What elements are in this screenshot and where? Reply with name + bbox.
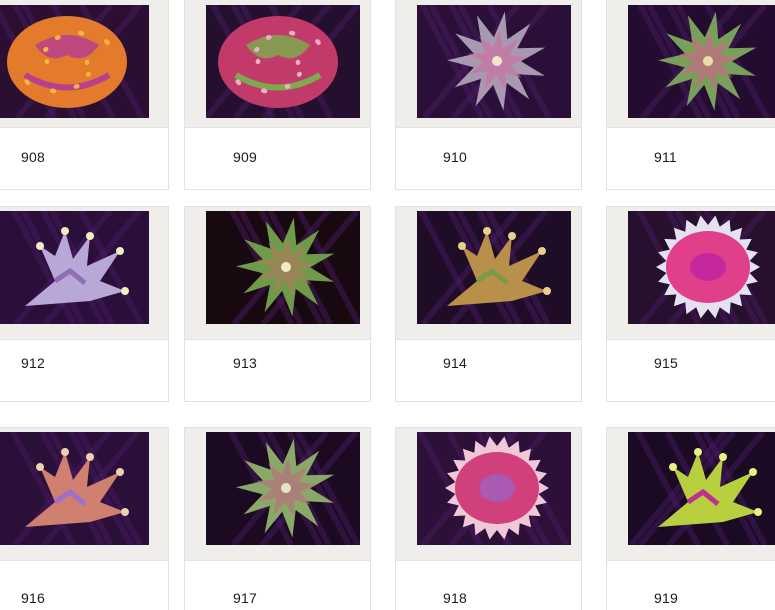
coral-card-908[interactable]: 908 (0, 0, 169, 190)
item-number-label: 916 (21, 590, 45, 606)
coral-photo[interactable] (206, 5, 360, 118)
coral-card-910[interactable]: 910 (395, 0, 582, 190)
coral-photo-image (206, 432, 360, 545)
coral-card-914[interactable]: 914 (395, 206, 582, 402)
item-number-label: 914 (443, 355, 467, 371)
photo-frame (396, 207, 581, 340)
coral-photo-image (417, 211, 571, 324)
coral-photo[interactable] (417, 432, 571, 545)
photo-frame (185, 207, 370, 340)
coral-photo[interactable] (417, 211, 571, 324)
coral-card-912[interactable]: 912 (0, 206, 169, 402)
coral-photo-image (206, 211, 360, 324)
coral-card-915[interactable]: 915 (606, 206, 775, 402)
item-number-label: 917 (233, 590, 257, 606)
coral-photo[interactable] (206, 211, 360, 324)
coral-photo[interactable] (417, 5, 571, 118)
coral-photo-image (0, 5, 149, 118)
coral-photo[interactable] (628, 211, 775, 324)
coral-photo-image (0, 432, 149, 545)
coral-photo[interactable] (0, 211, 149, 324)
photo-frame (396, 428, 581, 561)
item-number-label: 918 (443, 590, 467, 606)
coral-photo-image (417, 432, 571, 545)
coral-card-909[interactable]: 909 (184, 0, 371, 190)
photo-frame (396, 0, 581, 128)
coral-photo-image (0, 211, 149, 324)
photo-frame (185, 0, 370, 128)
photo-frame (0, 207, 168, 340)
item-number-label: 919 (654, 590, 678, 606)
photo-frame (607, 0, 775, 128)
coral-card-913[interactable]: 913 (184, 206, 371, 402)
coral-card-919[interactable]: 919 (606, 427, 775, 610)
coral-photo[interactable] (0, 5, 149, 118)
coral-photo[interactable] (628, 432, 775, 545)
coral-card-916[interactable]: 916 (0, 427, 169, 610)
coral-photo-image (417, 5, 571, 118)
item-number-label: 911 (654, 149, 677, 165)
photo-frame (607, 207, 775, 340)
coral-photo[interactable] (628, 5, 775, 118)
coral-gallery-grid: 908 909 910 911 912 913 914 915 916 917 918 919 (0, 0, 775, 610)
item-number-label: 909 (233, 149, 257, 165)
coral-card-918[interactable]: 918 (395, 427, 582, 610)
coral-photo-image (628, 211, 775, 324)
coral-photo-image (206, 5, 360, 118)
coral-photo-image (628, 5, 775, 118)
item-number-label: 908 (21, 149, 45, 165)
item-number-label: 915 (654, 355, 678, 371)
photo-frame (185, 428, 370, 561)
item-number-label: 910 (443, 149, 467, 165)
photo-frame (607, 428, 775, 561)
coral-photo[interactable] (206, 432, 360, 545)
item-number-label: 912 (21, 355, 45, 371)
photo-frame (0, 428, 168, 561)
photo-frame (0, 0, 168, 128)
coral-card-911[interactable]: 911 (606, 0, 775, 190)
coral-card-917[interactable]: 917 (184, 427, 371, 610)
item-number-label: 913 (233, 355, 257, 371)
coral-photo[interactable] (0, 432, 149, 545)
coral-photo-image (628, 432, 775, 545)
